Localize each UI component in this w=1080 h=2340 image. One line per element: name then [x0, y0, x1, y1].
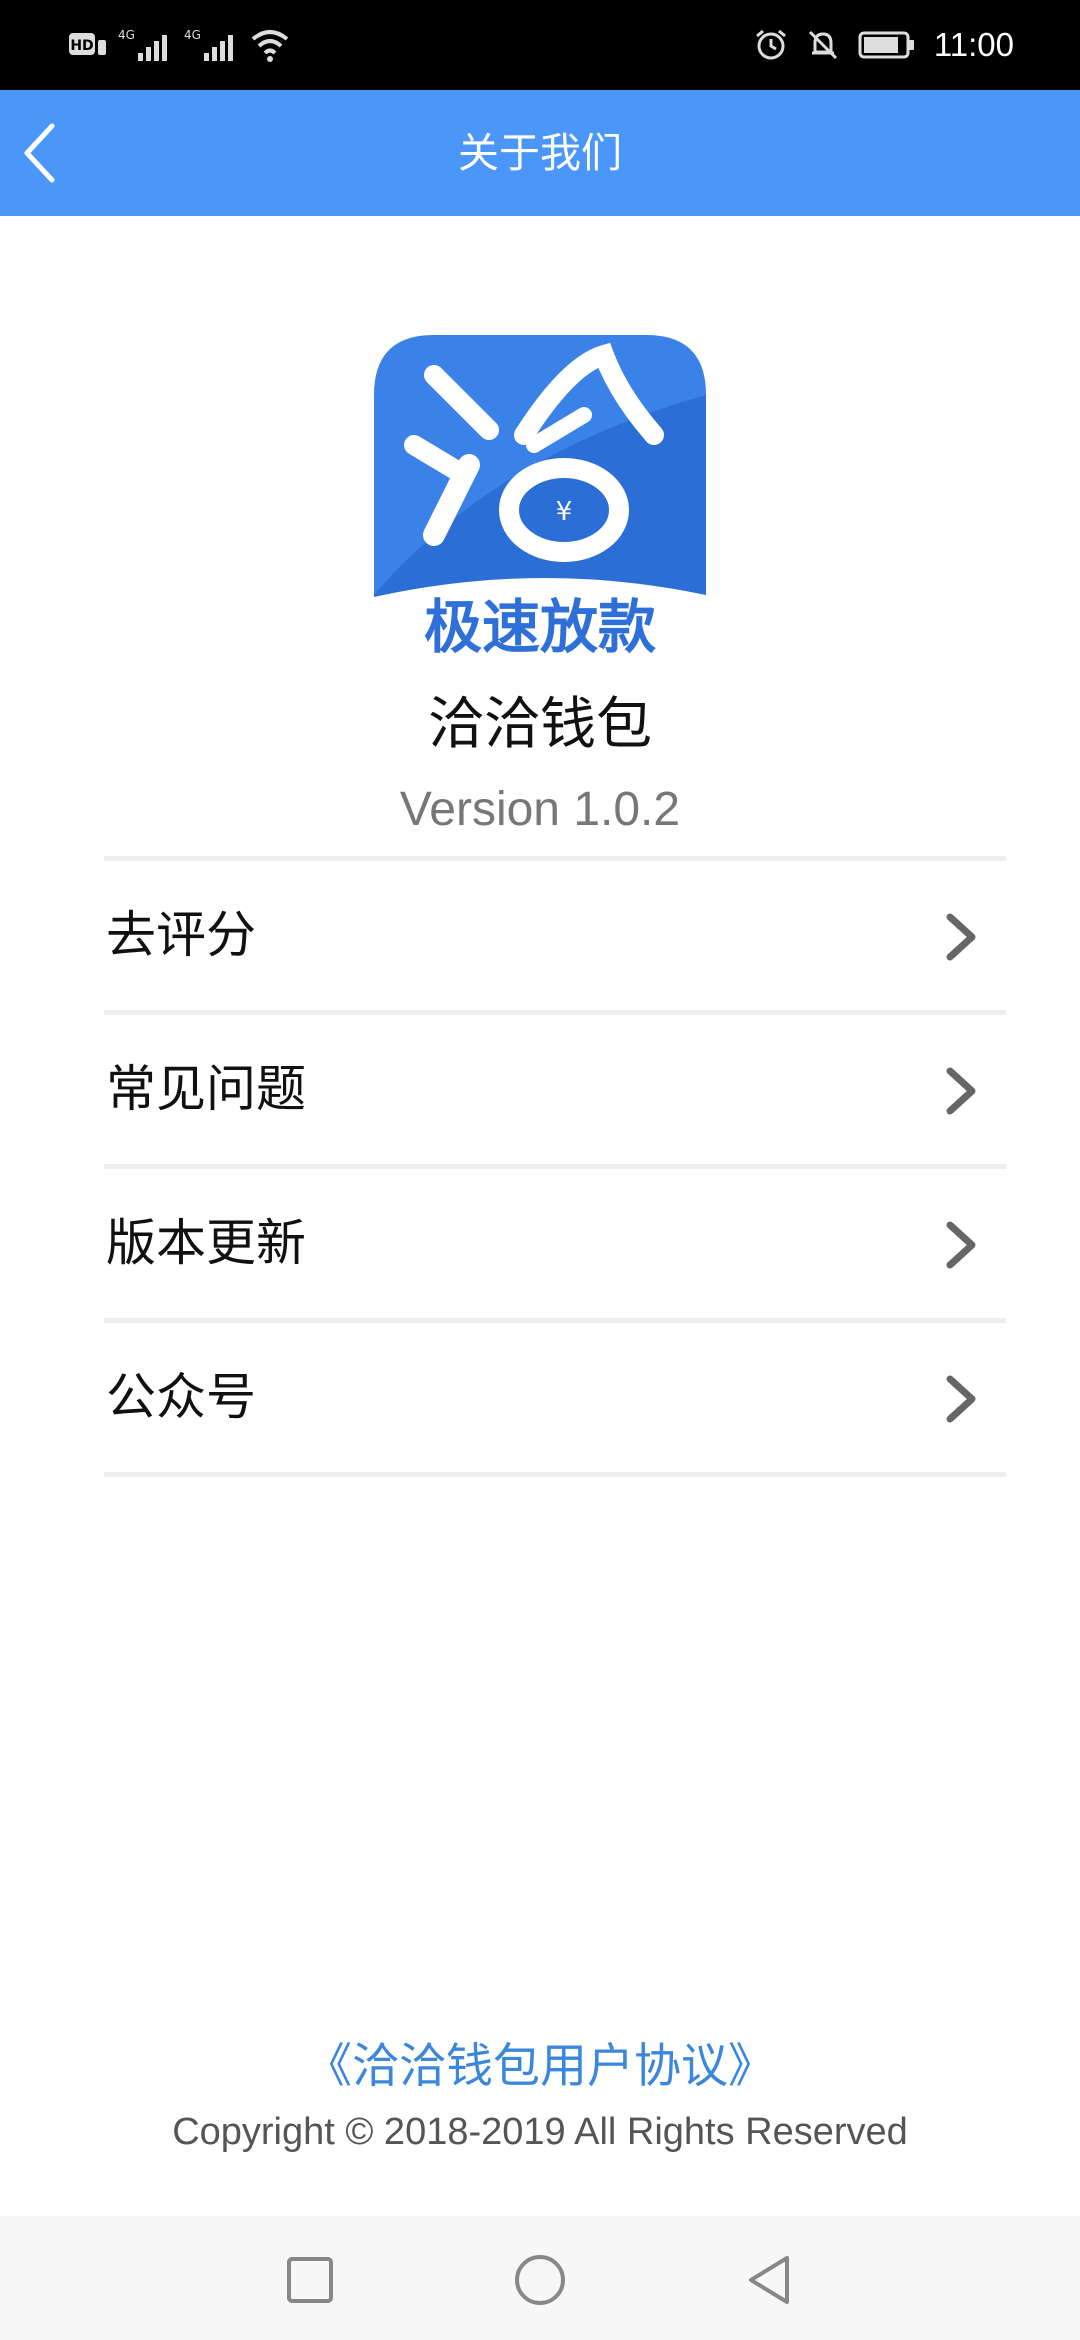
- chevron-right-icon: [946, 1375, 976, 1423]
- hd-icon: HD: [69, 33, 106, 55]
- status-right-icons: 11:00: [754, 24, 1014, 66]
- alarm-icon: [755, 29, 786, 60]
- signal-4g-icon: 4G: [184, 28, 233, 61]
- page-title: 关于我们: [458, 129, 622, 177]
- app-name: 洽洽钱包: [428, 692, 652, 757]
- status-time: 11:00: [933, 26, 1014, 63]
- chevron-right-icon: [946, 1067, 976, 1115]
- menu-item-version-update[interactable]: 版本更新: [104, 1169, 1006, 1318]
- battery-icon: [858, 31, 914, 59]
- recents-square-icon[interactable]: [282, 2252, 338, 2308]
- wifi-icon: [251, 30, 289, 62]
- back-triangle-icon[interactable]: [742, 2252, 798, 2308]
- menu-item-label: 去评分: [106, 906, 256, 964]
- svg-text:HD: HD: [70, 38, 93, 54]
- status-left-icons: HD 4G 4G: [68, 24, 290, 66]
- settings-menu: 去评分 常见问题 版本更新 公众号: [104, 856, 1006, 1477]
- bell-off-icon: [808, 30, 837, 60]
- menu-item-label: 版本更新: [106, 1214, 306, 1272]
- system-nav-bar: [0, 2216, 1080, 2340]
- signal-4g-icon: 4G: [118, 28, 167, 61]
- svg-text:4G: 4G: [184, 28, 201, 42]
- menu-item-label: 公众号: [106, 1368, 256, 1426]
- status-bar: HD 4G 4G 11:00: [0, 0, 1080, 90]
- svg-text:4G: 4G: [118, 28, 135, 42]
- home-circle-icon[interactable]: [512, 2252, 568, 2308]
- divider: [104, 1472, 1006, 1477]
- logo-tagline: 极速放款: [424, 593, 656, 660]
- chevron-right-icon: [946, 1221, 976, 1269]
- app-logo: ¥ 极速放款: [374, 335, 706, 660]
- menu-item-label: 常见问题: [106, 1060, 306, 1118]
- header-bar: 关于我们: [0, 90, 1080, 216]
- app-version: Version 1.0.2: [399, 783, 681, 836]
- menu-item-official-account[interactable]: 公众号: [104, 1323, 1006, 1472]
- logo-currency: ¥: [556, 497, 573, 527]
- menu-item-faq[interactable]: 常见问题: [104, 1015, 1006, 1164]
- chevron-right-icon: [946, 913, 976, 961]
- menu-item-rate[interactable]: 去评分: [104, 861, 1006, 1010]
- copyright-text: Copyright © 2018-2019 All Rights Reserve…: [172, 2111, 908, 2153]
- user-agreement-link[interactable]: 《洽洽钱包用户协议》: [0, 2034, 1080, 2100]
